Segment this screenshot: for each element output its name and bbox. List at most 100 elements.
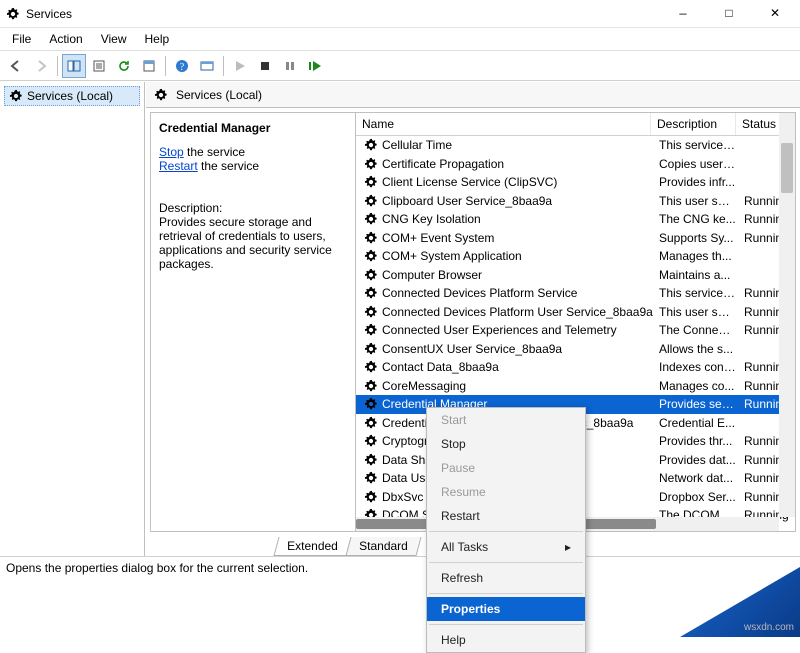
gear-icon (364, 434, 378, 448)
close-button[interactable]: ✕ (752, 0, 798, 28)
service-name: Computer Browser (382, 268, 482, 282)
right-header-label: Services (Local) (176, 88, 262, 102)
context-menu: Start Stop Pause Resume Restart All Task… (426, 407, 586, 653)
refresh-button[interactable] (112, 54, 136, 78)
watermark: wsxdn.com (744, 622, 794, 633)
table-row[interactable]: ConsentUX User Service_8baa9aAllows the … (356, 340, 795, 359)
table-row[interactable]: Computer Browser Maintains a... (356, 266, 795, 285)
description-body: Provides secure storage and retrieval of… (159, 215, 347, 271)
menu-file[interactable]: File (4, 30, 39, 48)
col-name[interactable]: Name (356, 113, 651, 135)
gear-icon (364, 138, 378, 152)
ctx-start: Start (427, 408, 585, 432)
gear-icon (364, 416, 378, 430)
table-row[interactable]: Certificate PropagationCopies user ... (356, 155, 795, 174)
stop-link[interactable]: Stop (159, 145, 184, 159)
gear-icon (364, 453, 378, 467)
table-row[interactable]: CoreMessagingManages co...Running (356, 377, 795, 396)
table-row[interactable]: Contact Data_8baa9aIndexes cont...Runnin… (356, 358, 795, 377)
tab-extended[interactable]: Extended (273, 537, 351, 556)
menu-view[interactable]: View (93, 30, 135, 48)
start-service-button[interactable] (228, 54, 252, 78)
service-description: The Connect... (655, 323, 740, 337)
stop-service-button[interactable] (253, 54, 277, 78)
service-name: Clipboard User Service_8baa9a (382, 194, 552, 208)
service-name: Connected User Experiences and Telemetry (382, 323, 617, 337)
minimize-button[interactable]: — (660, 0, 706, 28)
service-description: This user ser... (655, 305, 740, 319)
table-row[interactable]: Client License Service (ClipSVC)Provides… (356, 173, 795, 192)
table-row[interactable]: Connected Devices Platform User Service_… (356, 303, 795, 322)
service-name: Connected Devices Platform Service (382, 286, 577, 300)
tree-root-label: Services (Local) (27, 89, 113, 103)
table-row[interactable]: Connected Devices Platform Service This s… (356, 284, 795, 303)
service-name: ConsentUX User Service_8baa9a (382, 342, 562, 356)
service-description: Dropbox Ser... (655, 490, 740, 504)
vertical-scrollbar[interactable] (779, 113, 795, 517)
ctx-pause: Pause (427, 456, 585, 480)
service-name: CoreMessaging (382, 379, 466, 393)
service-description: Manages co... (655, 379, 740, 393)
title-bar: Services — □ ✕ (0, 0, 800, 28)
service-description: Indexes cont... (655, 360, 740, 374)
detail-panel: Credential Manager Stop the service Rest… (151, 113, 356, 531)
gear-icon (9, 89, 23, 103)
show-hide-tree-button[interactable] (62, 54, 86, 78)
gear-icon (364, 231, 378, 245)
menu-bar: File Action View Help (0, 28, 800, 51)
service-description: Credential E... (655, 416, 740, 430)
forward-button[interactable] (29, 54, 53, 78)
service-name: COM+ System Application (382, 249, 522, 263)
service-description: Provides sec... (655, 397, 740, 411)
ctx-stop[interactable]: Stop (427, 432, 585, 456)
service-description: Provides thr... (655, 434, 740, 448)
ctx-all-tasks[interactable]: All Tasks▸ (427, 535, 585, 559)
menu-action[interactable]: Action (41, 30, 90, 48)
service-description: This user ser... (655, 194, 740, 208)
restart-service-button[interactable] (303, 54, 327, 78)
service-description: This service i... (655, 286, 740, 300)
help-button[interactable]: ? (170, 54, 194, 78)
table-row[interactable]: COM+ Event SystemSupports Sy...Running (356, 229, 795, 248)
table-row[interactable]: Cellular TimeThis service ... (356, 136, 795, 155)
service-description: Maintains a... (655, 268, 740, 282)
table-row[interactable]: Connected User Experiences and Telemetry… (356, 321, 795, 340)
back-button[interactable] (4, 54, 28, 78)
service-description: Provides dat... (655, 453, 740, 467)
table-row[interactable]: CNG Key IsolationThe CNG ke...Running (356, 210, 795, 229)
maximize-button[interactable]: □ (706, 0, 752, 28)
toolbar: ? (0, 51, 800, 81)
main-area: Services (Local) Services (Local) Creden… (0, 81, 800, 556)
properties-button[interactable] (137, 54, 161, 78)
ctx-properties[interactable]: Properties (427, 597, 585, 621)
pause-service-button[interactable] (278, 54, 302, 78)
tree-root-item[interactable]: Services (Local) (4, 86, 140, 106)
app-icon (6, 7, 20, 21)
list-header: Name Description Status (356, 113, 795, 136)
col-description[interactable]: Description (651, 113, 736, 135)
service-description: Copies user ... (655, 157, 740, 171)
gear-icon (364, 157, 378, 171)
status-bar: Opens the properties dialog box for the … (0, 556, 800, 579)
ctx-refresh[interactable]: Refresh (427, 566, 585, 590)
svg-text:?: ? (180, 62, 185, 73)
export-list-button[interactable] (87, 54, 111, 78)
gear-icon (364, 175, 378, 189)
gear-icon (364, 397, 378, 411)
gear-icon (364, 286, 378, 300)
gear-icon (364, 342, 378, 356)
gear-icon (364, 249, 378, 263)
table-row[interactable]: Clipboard User Service_8baa9a This user s… (356, 192, 795, 211)
table-row[interactable]: COM+ System ApplicationManages th... (356, 247, 795, 266)
view-button[interactable] (195, 54, 219, 78)
restart-link[interactable]: Restart (159, 159, 198, 173)
menu-help[interactable]: Help (137, 30, 178, 48)
gear-icon (364, 268, 378, 282)
gear-icon (154, 88, 168, 102)
gear-icon (364, 323, 378, 337)
tab-standard[interactable]: Standard (345, 537, 421, 556)
ctx-restart[interactable]: Restart (427, 504, 585, 528)
ctx-help[interactable]: Help (427, 628, 585, 652)
service-description: The CNG ke... (655, 212, 740, 226)
service-name: Contact Data_8baa9a (382, 360, 499, 374)
